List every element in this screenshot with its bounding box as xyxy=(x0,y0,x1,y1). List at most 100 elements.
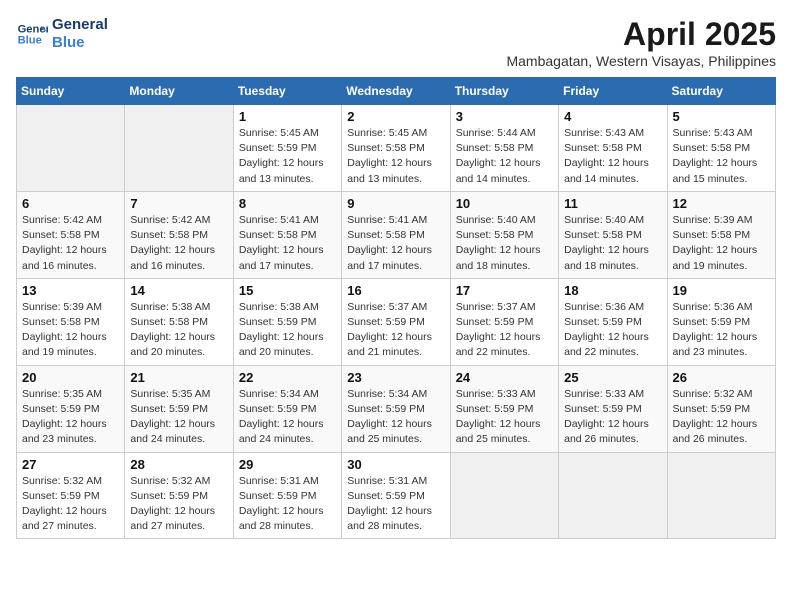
day-info: Sunrise: 5:34 AMSunset: 5:59 PMDaylight:… xyxy=(347,387,444,448)
calendar-cell: 9 Sunrise: 5:41 AMSunset: 5:58 PMDaylight… xyxy=(342,191,450,278)
day-number: 19 xyxy=(673,283,770,298)
calendar-cell xyxy=(559,452,667,539)
day-number: 7 xyxy=(130,196,227,211)
day-number: 2 xyxy=(347,109,444,124)
calendar-weekday-friday: Friday xyxy=(559,78,667,105)
location: Mambagatan, Western Visayas, Philippines xyxy=(506,53,776,69)
day-info: Sunrise: 5:35 AMSunset: 5:59 PMDaylight:… xyxy=(130,387,227,448)
day-info: Sunrise: 5:38 AMSunset: 5:58 PMDaylight:… xyxy=(130,300,227,361)
calendar-cell: 4 Sunrise: 5:43 AMSunset: 5:58 PMDaylight… xyxy=(559,105,667,192)
calendar-cell xyxy=(125,105,233,192)
day-info: Sunrise: 5:35 AMSunset: 5:59 PMDaylight:… xyxy=(22,387,119,448)
day-info: Sunrise: 5:42 AMSunset: 5:58 PMDaylight:… xyxy=(22,213,119,274)
calendar-cell: 25 Sunrise: 5:33 AMSunset: 5:59 PMDayligh… xyxy=(559,365,667,452)
day-number: 4 xyxy=(564,109,661,124)
calendar-header-row: SundayMondayTuesdayWednesdayThursdayFrid… xyxy=(17,78,776,105)
calendar-cell: 5 Sunrise: 5:43 AMSunset: 5:58 PMDaylight… xyxy=(667,105,775,192)
calendar-cell: 20 Sunrise: 5:35 AMSunset: 5:59 PMDayligh… xyxy=(17,365,125,452)
day-number: 1 xyxy=(239,109,336,124)
day-number: 13 xyxy=(22,283,119,298)
calendar-cell: 22Sunrise: 5:34 AMSunset: 5:59 PMDayligh… xyxy=(233,365,341,452)
day-number: 17 xyxy=(456,283,553,298)
day-info: Sunrise: 5:43 AMSunset: 5:58 PMDaylight:… xyxy=(564,126,661,187)
month-title: April 2025 xyxy=(506,16,776,53)
calendar-cell: 18Sunrise: 5:36 AMSunset: 5:59 PMDayligh… xyxy=(559,278,667,365)
day-number: 14 xyxy=(130,283,227,298)
day-info: Sunrise: 5:36 AMSunset: 5:59 PMDaylight:… xyxy=(673,300,770,361)
calendar-cell: 12Sunrise: 5:39 AMSunset: 5:58 PMDayligh… xyxy=(667,191,775,278)
calendar-cell: 21Sunrise: 5:35 AMSunset: 5:59 PMDayligh… xyxy=(125,365,233,452)
day-info: Sunrise: 5:44 AMSunset: 5:58 PMDaylight:… xyxy=(456,126,553,187)
calendar-cell: 6Sunrise: 5:42 AMSunset: 5:58 PMDaylight… xyxy=(17,191,125,278)
logo-general: General xyxy=(52,16,108,34)
calendar-table: SundayMondayTuesdayWednesdayThursdayFrid… xyxy=(16,77,776,539)
day-info: Sunrise: 5:40 AMSunset: 5:58 PMDaylight:… xyxy=(456,213,553,274)
calendar-cell: 19 Sunrise: 5:36 AMSunset: 5:59 PMDayligh… xyxy=(667,278,775,365)
calendar-cell: 7 Sunrise: 5:42 AMSunset: 5:58 PMDaylight… xyxy=(125,191,233,278)
day-number: 25 xyxy=(564,370,661,385)
calendar-weekday-saturday: Saturday xyxy=(667,78,775,105)
calendar-week-2: 6Sunrise: 5:42 AMSunset: 5:58 PMDaylight… xyxy=(17,191,776,278)
calendar-cell: 1Sunrise: 5:45 AMSunset: 5:59 PMDaylight… xyxy=(233,105,341,192)
day-number: 3 xyxy=(456,109,553,124)
day-info: Sunrise: 5:31 AMSunset: 5:59 PMDaylight:… xyxy=(347,474,444,535)
day-info: Sunrise: 5:37 AMSunset: 5:59 PMDaylight:… xyxy=(456,300,553,361)
calendar-week-3: 13 Sunrise: 5:39 AMSunset: 5:58 PMDayligh… xyxy=(17,278,776,365)
day-number: 9 xyxy=(347,196,444,211)
calendar-weekday-wednesday: Wednesday xyxy=(342,78,450,105)
calendar-cell: 8 Sunrise: 5:41 AMSunset: 5:58 PMDaylight… xyxy=(233,191,341,278)
calendar-cell: 28 Sunrise: 5:32 AMSunset: 5:59 PMDayligh… xyxy=(125,452,233,539)
title-block: April 2025 Mambagatan, Western Visayas, … xyxy=(506,16,776,69)
logo-icon: General Blue xyxy=(16,18,48,50)
day-number: 30 xyxy=(347,457,444,472)
day-number: 20 xyxy=(22,370,119,385)
calendar-weekday-thursday: Thursday xyxy=(450,78,558,105)
day-info: Sunrise: 5:40 AMSunset: 5:58 PMDaylight:… xyxy=(564,213,661,274)
calendar-cell xyxy=(17,105,125,192)
day-number: 12 xyxy=(673,196,770,211)
day-info: Sunrise: 5:38 AMSunset: 5:59 PMDaylight:… xyxy=(239,300,336,361)
calendar-cell: 3 Sunrise: 5:44 AMSunset: 5:58 PMDaylight… xyxy=(450,105,558,192)
day-info: Sunrise: 5:33 AMSunset: 5:59 PMDaylight:… xyxy=(564,387,661,448)
day-number: 11 xyxy=(564,196,661,211)
day-number: 28 xyxy=(130,457,227,472)
calendar-cell: 10Sunrise: 5:40 AMSunset: 5:58 PMDayligh… xyxy=(450,191,558,278)
page-header: General Blue General Blue April 2025 Mam… xyxy=(16,16,776,69)
calendar-week-4: 20 Sunrise: 5:35 AMSunset: 5:59 PMDayligh… xyxy=(17,365,776,452)
logo: General Blue General Blue xyxy=(16,16,108,52)
day-info: Sunrise: 5:37 AMSunset: 5:59 PMDaylight:… xyxy=(347,300,444,361)
svg-text:Blue: Blue xyxy=(18,35,42,47)
day-info: Sunrise: 5:32 AMSunset: 5:59 PMDaylight:… xyxy=(673,387,770,448)
calendar-cell: 30 Sunrise: 5:31 AMSunset: 5:59 PMDayligh… xyxy=(342,452,450,539)
calendar-cell: 13 Sunrise: 5:39 AMSunset: 5:58 PMDayligh… xyxy=(17,278,125,365)
day-info: Sunrise: 5:43 AMSunset: 5:58 PMDaylight:… xyxy=(673,126,770,187)
day-info: Sunrise: 5:41 AMSunset: 5:58 PMDaylight:… xyxy=(347,213,444,274)
day-info: Sunrise: 5:45 AMSunset: 5:58 PMDaylight:… xyxy=(347,126,444,187)
calendar-cell: 11 Sunrise: 5:40 AMSunset: 5:58 PMDayligh… xyxy=(559,191,667,278)
day-info: Sunrise: 5:42 AMSunset: 5:58 PMDaylight:… xyxy=(130,213,227,274)
day-number: 23 xyxy=(347,370,444,385)
day-number: 27 xyxy=(22,457,119,472)
day-number: 24 xyxy=(456,370,553,385)
calendar-cell: 27 Sunrise: 5:32 AMSunset: 5:59 PMDayligh… xyxy=(17,452,125,539)
calendar-cell: 29Sunrise: 5:31 AMSunset: 5:59 PMDayligh… xyxy=(233,452,341,539)
day-info: Sunrise: 5:32 AMSunset: 5:59 PMDaylight:… xyxy=(22,474,119,535)
day-info: Sunrise: 5:41 AMSunset: 5:58 PMDaylight:… xyxy=(239,213,336,274)
calendar-weekday-monday: Monday xyxy=(125,78,233,105)
day-number: 29 xyxy=(239,457,336,472)
calendar-cell: 15 Sunrise: 5:38 AMSunset: 5:59 PMDayligh… xyxy=(233,278,341,365)
day-number: 15 xyxy=(239,283,336,298)
calendar-weekday-tuesday: Tuesday xyxy=(233,78,341,105)
calendar-cell: 23 Sunrise: 5:34 AMSunset: 5:59 PMDayligh… xyxy=(342,365,450,452)
day-number: 5 xyxy=(673,109,770,124)
logo-blue: Blue xyxy=(52,34,108,52)
day-number: 22 xyxy=(239,370,336,385)
day-info: Sunrise: 5:32 AMSunset: 5:59 PMDaylight:… xyxy=(130,474,227,535)
day-info: Sunrise: 5:39 AMSunset: 5:58 PMDaylight:… xyxy=(22,300,119,361)
calendar-cell: 14 Sunrise: 5:38 AMSunset: 5:58 PMDayligh… xyxy=(125,278,233,365)
day-number: 26 xyxy=(673,370,770,385)
calendar-week-1: 1Sunrise: 5:45 AMSunset: 5:59 PMDaylight… xyxy=(17,105,776,192)
day-info: Sunrise: 5:33 AMSunset: 5:59 PMDaylight:… xyxy=(456,387,553,448)
day-number: 8 xyxy=(239,196,336,211)
calendar-weekday-sunday: Sunday xyxy=(17,78,125,105)
